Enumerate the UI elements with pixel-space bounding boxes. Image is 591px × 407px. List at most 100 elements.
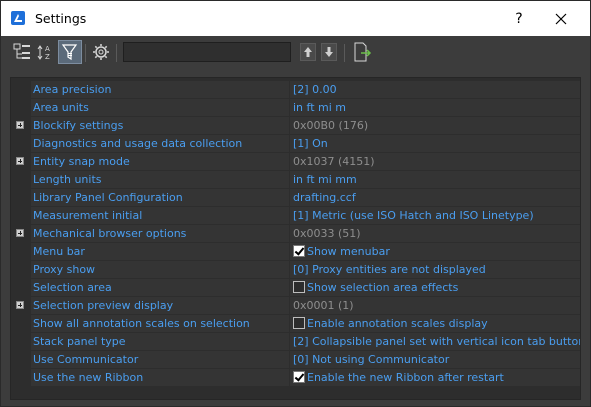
setting-checkbox[interactable] bbox=[293, 281, 305, 293]
row-gutter bbox=[11, 153, 30, 170]
export-button[interactable] bbox=[350, 40, 374, 64]
toolbar-separator bbox=[85, 44, 86, 62]
toolbar-separator bbox=[344, 44, 345, 62]
setting-value[interactable]: Show selection area effects bbox=[290, 279, 580, 296]
row-gutter bbox=[11, 351, 30, 368]
export-icon bbox=[354, 42, 372, 62]
row-gutter bbox=[11, 171, 30, 188]
setting-value[interactable]: [1] On bbox=[290, 135, 580, 152]
row-gutter bbox=[11, 297, 30, 314]
setting-value[interactable]: [2] Collapsible panel set with vertical … bbox=[290, 333, 580, 350]
svg-text:A: A bbox=[45, 45, 50, 53]
setting-value[interactable]: [0] Proxy entities are not displayed bbox=[290, 261, 580, 278]
settings-button[interactable] bbox=[89, 40, 113, 64]
setting-row[interactable]: Diagnostics and usage data collection [1]… bbox=[11, 135, 580, 153]
find-previous-button[interactable] bbox=[300, 43, 316, 61]
row-gutter bbox=[11, 117, 30, 134]
setting-value[interactable]: in ft mi mm bbox=[290, 171, 580, 188]
setting-value[interactable]: 0x0001 (1) bbox=[290, 297, 580, 314]
setting-name: Stack panel type bbox=[31, 333, 289, 350]
setting-row[interactable]: Blockify settings 0x00B0 (176) bbox=[11, 117, 580, 135]
setting-name: Entity snap mode bbox=[31, 153, 289, 170]
setting-row[interactable]: Menu bar Show menubar bbox=[11, 243, 580, 261]
filter-icon bbox=[61, 44, 78, 61]
setting-row[interactable]: Show all annotation scales on selection E… bbox=[11, 315, 580, 333]
setting-name: Selection area bbox=[31, 279, 289, 296]
row-gutter bbox=[11, 207, 30, 224]
setting-name: Measurement initial bbox=[31, 207, 289, 224]
setting-row[interactable]: Length units in ft mi mm bbox=[11, 171, 580, 189]
expand-icon[interactable] bbox=[16, 157, 24, 165]
setting-name: Show all annotation scales on selection bbox=[31, 315, 289, 332]
checkbox-label: Show selection area effects bbox=[307, 281, 459, 294]
alphabetical-view-button[interactable]: A Z bbox=[35, 40, 59, 64]
arrow-down-icon bbox=[325, 47, 333, 57]
setting-row[interactable]: Area units in ft mi m bbox=[11, 99, 580, 117]
setting-row[interactable]: Selection area Show selection area effect… bbox=[11, 279, 580, 297]
toolbar: A Z bbox=[1, 36, 590, 70]
setting-row[interactable]: Selection preview display 0x0001 (1) bbox=[11, 297, 580, 315]
categorized-view-button[interactable] bbox=[11, 40, 35, 64]
setting-value[interactable]: in ft mi m bbox=[290, 99, 580, 116]
setting-row[interactable]: Use Communicator [0] Not using Communicat… bbox=[11, 351, 580, 369]
expand-icon[interactable] bbox=[16, 229, 24, 237]
setting-name: Use the new Ribbon bbox=[31, 369, 289, 386]
close-icon bbox=[555, 13, 567, 25]
setting-checkbox[interactable] bbox=[293, 317, 305, 329]
find-next-button[interactable] bbox=[321, 43, 337, 61]
gear-icon bbox=[93, 44, 109, 60]
setting-value[interactable]: drafting.ccf bbox=[290, 189, 580, 206]
row-gutter bbox=[11, 135, 30, 152]
setting-value[interactable]: [2] 0.00 bbox=[290, 81, 580, 98]
setting-name: Blockify settings bbox=[31, 117, 289, 134]
setting-value[interactable]: 0x00B0 (176) bbox=[290, 117, 580, 134]
categorized-icon bbox=[13, 43, 30, 59]
row-gutter bbox=[11, 99, 30, 116]
row-gutter bbox=[11, 225, 30, 242]
setting-name: Use Communicator bbox=[31, 351, 289, 368]
close-button[interactable] bbox=[550, 9, 572, 29]
setting-value[interactable]: [1] Metric (use ISO Hatch and ISO Linety… bbox=[290, 207, 580, 224]
search-input[interactable] bbox=[123, 42, 291, 62]
setting-value[interactable]: Enable annotation scales display bbox=[290, 315, 580, 332]
setting-name: Menu bar bbox=[31, 243, 289, 260]
help-button[interactable]: ? bbox=[509, 9, 529, 29]
expand-icon[interactable] bbox=[16, 301, 24, 309]
setting-value[interactable]: Enable the new Ribbon after restart bbox=[290, 369, 580, 386]
setting-value[interactable]: 0x1037 (4151) bbox=[290, 153, 580, 170]
setting-row[interactable]: Proxy show [0] Proxy entities are not dis… bbox=[11, 261, 580, 279]
arrow-up-icon bbox=[304, 47, 312, 57]
setting-name: Area precision bbox=[31, 81, 289, 98]
setting-name: Library Panel Configuration bbox=[31, 189, 289, 206]
setting-name: Diagnostics and usage data collection bbox=[31, 135, 289, 152]
setting-row[interactable]: Measurement initial [1] Metric (use ISO H… bbox=[11, 207, 580, 225]
setting-row[interactable]: Entity snap mode 0x1037 (4151) bbox=[11, 153, 580, 171]
setting-value[interactable]: 0x0033 (51) bbox=[290, 225, 580, 242]
setting-value[interactable]: Show menubar bbox=[290, 243, 580, 260]
window-title: Settings bbox=[35, 11, 87, 26]
setting-row[interactable]: Use the new Ribbon Enable the new Ribbon … bbox=[11, 369, 580, 387]
app-icon bbox=[11, 11, 25, 25]
setting-name: Length units bbox=[31, 171, 289, 188]
row-gutter bbox=[11, 369, 30, 386]
setting-row[interactable]: Library Panel Configuration drafting.ccf bbox=[11, 189, 580, 207]
setting-checkbox[interactable] bbox=[293, 371, 305, 383]
checkbox-label: Show menubar bbox=[307, 245, 390, 258]
setting-value[interactable]: [0] Not using Communicator bbox=[290, 351, 580, 368]
filter-button[interactable] bbox=[58, 40, 82, 64]
expand-icon[interactable] bbox=[16, 121, 24, 129]
setting-name: Mechanical browser options bbox=[31, 225, 289, 242]
checkbox-label: Enable the new Ribbon after restart bbox=[307, 371, 504, 384]
setting-checkbox[interactable] bbox=[293, 245, 305, 257]
row-gutter bbox=[11, 243, 30, 260]
row-gutter bbox=[11, 261, 30, 278]
checkbox-label: Enable annotation scales display bbox=[307, 317, 488, 330]
title-bar: Settings ? bbox=[1, 1, 590, 36]
setting-row[interactable]: Stack panel type [2] Collapsible panel se… bbox=[11, 333, 580, 351]
setting-row[interactable]: Area precision [2] 0.00 bbox=[11, 81, 580, 99]
setting-name: Selection preview display bbox=[31, 297, 289, 314]
row-gutter bbox=[11, 279, 30, 296]
row-gutter bbox=[11, 189, 30, 206]
setting-name: Proxy show bbox=[31, 261, 289, 278]
setting-row[interactable]: Mechanical browser options 0x0033 (51) bbox=[11, 225, 580, 243]
